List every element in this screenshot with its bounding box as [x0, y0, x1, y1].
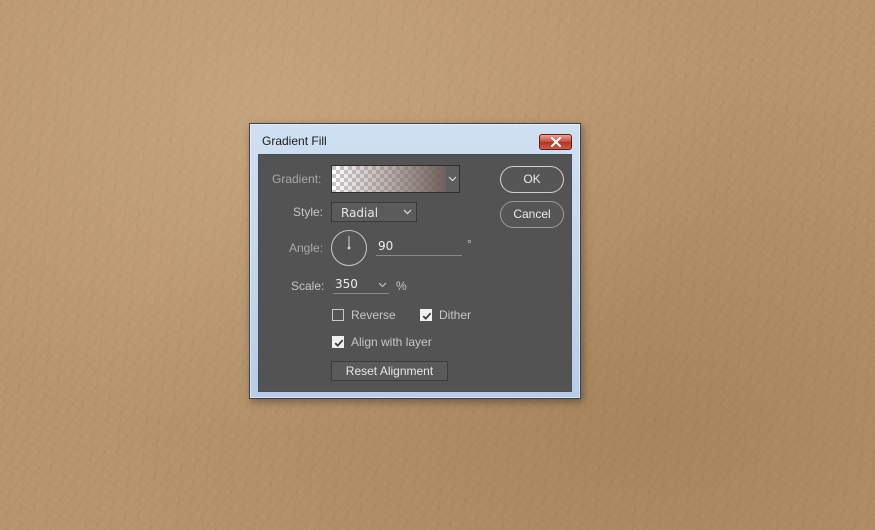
align-with-layer-label: Align with layer [351, 335, 432, 349]
angle-value: 90 [378, 239, 394, 253]
style-value: Radial [341, 206, 379, 220]
title-bar[interactable]: Gradient Fill [250, 124, 580, 154]
scale-value: 350 [335, 277, 358, 291]
angle-dial-icon [347, 236, 351, 250]
angle-unit: ° [467, 237, 472, 251]
chevron-down-icon [378, 282, 387, 288]
gradient-dropdown-button[interactable] [446, 165, 460, 193]
close-icon [550, 137, 561, 147]
style-label: Style: [293, 205, 324, 219]
scale-unit: % [396, 279, 407, 293]
chevron-down-icon [403, 209, 412, 215]
style-select[interactable]: Radial [331, 202, 417, 222]
angle-label: Angle: [289, 241, 324, 255]
reset-alignment-button[interactable]: Reset Alignment [331, 361, 448, 381]
check-icon [422, 312, 432, 320]
dialog-title: Gradient Fill [262, 134, 327, 148]
gradient-preview[interactable] [331, 165, 447, 193]
scale-label: Scale: [291, 279, 325, 293]
ok-button[interactable]: OK [500, 166, 564, 193]
dither-label: Dither [439, 308, 472, 322]
chevron-down-icon [448, 176, 457, 182]
align-with-layer-checkbox[interactable] [332, 336, 344, 348]
check-icon [334, 339, 344, 347]
angle-input[interactable]: 90 [376, 237, 462, 256]
reverse-checkbox[interactable] [332, 309, 344, 321]
scale-input[interactable]: 350 [333, 275, 389, 294]
dialog-body: Gradient: Style: Radial Angle: 90 ° Scal… [258, 154, 572, 392]
reverse-label: Reverse [351, 308, 396, 322]
gradient-label: Gradient: [272, 172, 322, 186]
dither-checkbox[interactable] [420, 309, 432, 321]
close-button[interactable] [539, 134, 572, 150]
cancel-button[interactable]: Cancel [500, 201, 564, 228]
gradient-fill-dialog: Gradient Fill Gradient: Style: Radial An… [249, 123, 581, 399]
angle-dial[interactable] [331, 230, 367, 266]
